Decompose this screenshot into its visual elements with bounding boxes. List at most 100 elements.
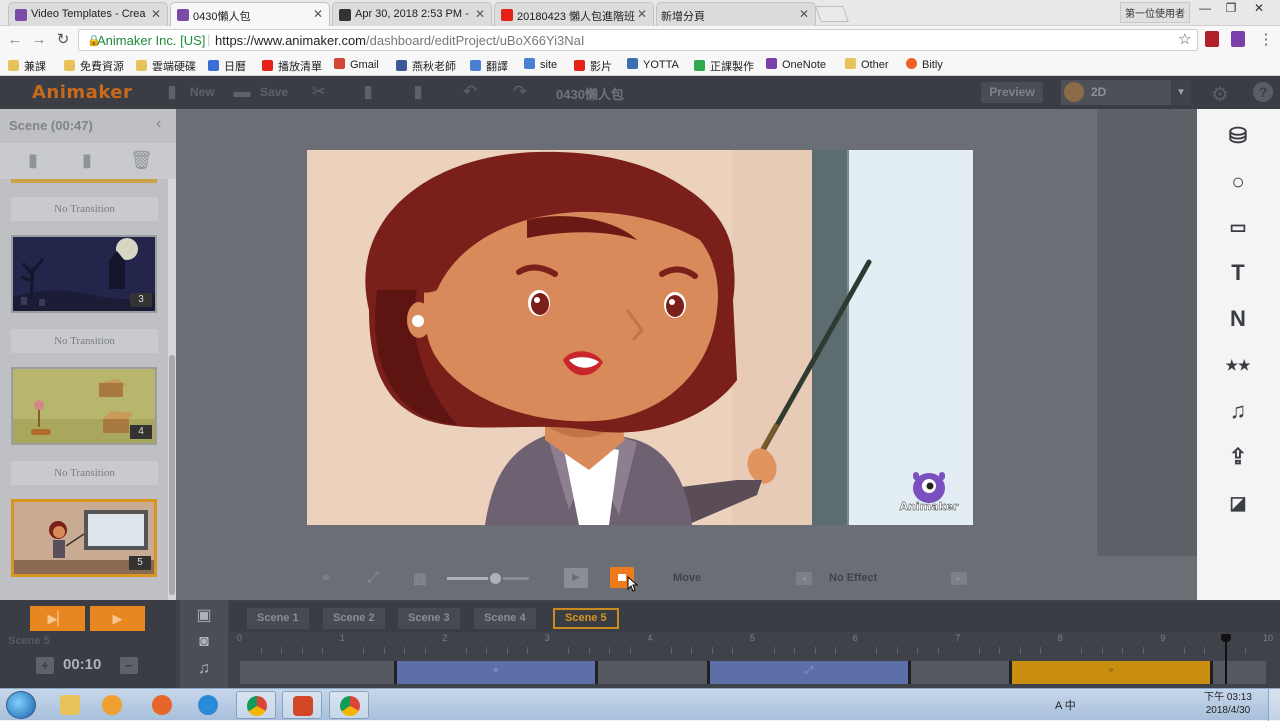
increase-duration-button[interactable]: + <box>36 657 54 674</box>
camera-icon[interactable]: ◙ <box>192 633 216 653</box>
project-title[interactable]: 0430懶人包 <box>556 84 624 103</box>
new-tab-button[interactable] <box>815 6 849 22</box>
back-arrow-icon[interactable]: ← <box>6 31 24 49</box>
play-from-start-button[interactable]: ▶▏ <box>30 606 85 631</box>
scene-thumbnail[interactable]: 4 <box>11 367 157 445</box>
undo-icon[interactable]: ↶ <box>461 83 479 101</box>
taskbar-chrome-2[interactable] <box>329 691 369 719</box>
bookmark-item[interactable]: 影片 <box>574 58 612 74</box>
scrollbar-thumb[interactable] <box>169 355 175 595</box>
reload-icon[interactable]: ↻ <box>54 31 72 49</box>
transition-button[interactable]: No Transition <box>11 197 158 221</box>
tab-scene-5[interactable]: Scene 5 <box>553 608 619 629</box>
close-icon[interactable]: ✕ <box>799 7 809 21</box>
save-disk-icon[interactable]: ▬ <box>233 83 251 101</box>
preview-button[interactable]: Preview <box>981 82 1043 103</box>
animation-type-label[interactable]: Move <box>673 572 701 584</box>
browser-tab[interactable]: Video Templates - Crea ✕ <box>8 2 168 26</box>
bookmark-star-icon[interactable]: ☆ <box>1178 30 1191 48</box>
zoom-slider[interactable] <box>447 571 529 586</box>
robot-icon[interactable]: ▣ <box>192 605 216 625</box>
bookmark-item[interactable]: site <box>524 58 557 71</box>
new-document-icon[interactable]: ▮ <box>163 83 181 101</box>
track-segment[interactable] <box>911 661 1011 684</box>
add-scene-icon[interactable]: ▮ <box>22 150 44 172</box>
track-divider[interactable] <box>1210 661 1213 684</box>
bookmark-item[interactable]: YOTTA <box>627 58 679 71</box>
new-button[interactable]: New <box>190 85 215 99</box>
transition-icon[interactable]: ◪ <box>1225 490 1251 516</box>
user-profile-badge[interactable]: 第一位使用者 <box>1120 2 1190 23</box>
close-icon[interactable]: ✕ <box>313 7 323 21</box>
props-lightbulb-icon[interactable]: ○ <box>1225 169 1251 195</box>
system-clock[interactable]: 下午 03:13 2018/4/30 <box>1198 691 1258 717</box>
expand-icon[interactable]: ⤢ <box>363 569 383 587</box>
close-icon[interactable]: ✕ <box>637 7 647 21</box>
timeline-track[interactable]: ⌖ ⤢ ⌖ <box>240 661 1266 684</box>
close-window-button[interactable]: ✕ <box>1246 0 1272 18</box>
mode-select[interactable]: 2D ▼ <box>1061 80 1191 105</box>
transition-button[interactable]: No Transition <box>11 329 158 353</box>
redo-icon[interactable]: ↷ <box>511 83 529 101</box>
upload-icon[interactable]: ⇪ <box>1225 444 1251 470</box>
tab-scene-2[interactable]: Scene 2 <box>323 608 385 629</box>
url-input[interactable]: 🔒 Animaker Inc. [US] | https://www.anima… <box>78 29 1198 51</box>
play-animation-button[interactable]: ▶ <box>564 568 588 588</box>
scene-list-scrollbar[interactable] <box>168 179 176 600</box>
taskbar-chrome[interactable] <box>236 691 276 719</box>
help-icon[interactable]: ? <box>1253 82 1273 102</box>
timeline-playhead[interactable] <box>1220 634 1231 684</box>
transition-button[interactable]: No Transition <box>11 461 158 485</box>
browser-tab[interactable]: 新增分頁 ✕ <box>656 2 816 26</box>
track-segment[interactable] <box>240 661 395 684</box>
character-icon[interactable]: ⛁ <box>1225 123 1251 149</box>
onenote-extension-icon[interactable] <box>1231 31 1245 47</box>
bookmark-item[interactable]: 播放清單 <box>262 58 322 74</box>
close-icon[interactable]: ✕ <box>475 7 485 21</box>
music-note-icon[interactable]: ♫ <box>1225 398 1251 424</box>
bookmark-item[interactable]: 燕秋老師 <box>396 58 456 74</box>
taskbar-powerpoint[interactable] <box>282 691 322 719</box>
taskbar-ie[interactable] <box>188 691 228 719</box>
collapse-chevron-icon[interactable]: ‹ <box>156 115 161 133</box>
bookmark-item[interactable]: 免費資源 <box>64 58 124 74</box>
browser-tab[interactable]: 20180423 懶人包進階班 ✕ <box>494 2 654 26</box>
taskbar-explorer[interactable] <box>50 691 90 719</box>
tab-scene-1[interactable]: Scene 1 <box>247 608 309 629</box>
focus-target-icon[interactable]: ⌖ <box>316 569 336 587</box>
scene-thumbnail-selected[interactable]: 5 <box>11 499 157 577</box>
tab-scene-4[interactable]: Scene 4 <box>474 608 536 629</box>
tab-scene-3[interactable]: Scene 3 <box>398 608 460 629</box>
bookmark-item[interactable]: Bitly <box>906 58 943 71</box>
system-tray[interactable]: A 中 <box>1055 697 1076 713</box>
save-button[interactable]: Save <box>260 85 288 99</box>
bookmark-item[interactable]: 正課製作 <box>694 58 754 74</box>
effect-label[interactable]: No Effect <box>829 572 877 584</box>
menu-dots-icon[interactable]: ⋮ <box>1257 31 1275 49</box>
scene-thumbnail[interactable]: 3 <box>11 235 157 313</box>
taskbar-firefox[interactable] <box>142 691 182 719</box>
restore-button[interactable]: ❐ <box>1218 0 1244 18</box>
bookmark-item[interactable]: 翻譯 <box>470 58 508 74</box>
track-segment-zoom[interactable]: ⤢ <box>710 661 908 684</box>
forward-arrow-icon[interactable]: → <box>30 31 48 49</box>
background-image-icon[interactable]: ▭ <box>1225 214 1251 240</box>
bookmark-item[interactable]: 兼課 <box>8 58 46 74</box>
effect-next-icon[interactable]: ▸ <box>951 572 967 585</box>
extension-icon[interactable] <box>1205 31 1219 47</box>
bookmark-item[interactable]: Other <box>845 58 889 71</box>
site-identity[interactable]: Animaker Inc. [US] <box>97 33 205 48</box>
teacher-character-illustration[interactable] <box>307 150 973 525</box>
bookmark-item[interactable]: OneNote <box>766 58 826 71</box>
cut-scissors-icon[interactable]: ✂ <box>310 83 328 101</box>
bookmark-item[interactable]: Gmail <box>334 58 379 71</box>
start-button[interactable] <box>6 691 36 719</box>
minimize-button[interactable]: — <box>1192 0 1218 18</box>
music-note-icon[interactable]: ♫ <box>192 660 216 680</box>
effect-prev-icon[interactable]: ◂ <box>796 572 812 585</box>
copy-icon[interactable]: ▮ <box>359 83 377 101</box>
close-icon[interactable]: ✕ <box>151 7 161 21</box>
trash-icon[interactable]: 🗑 <box>130 150 153 172</box>
taskbar-media-player[interactable] <box>92 691 132 719</box>
effects-stars-icon[interactable]: ★★ <box>1225 352 1251 378</box>
